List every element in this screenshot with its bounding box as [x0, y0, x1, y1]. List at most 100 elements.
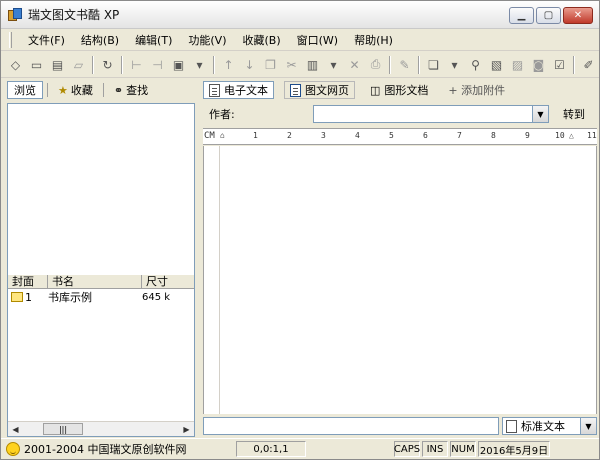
copy-icon[interactable]: ❐	[262, 56, 279, 74]
tab-browse[interactable]: 浏览	[7, 81, 43, 99]
checklist-icon[interactable]: ☑	[551, 56, 568, 74]
book-list-row[interactable]: 1 书库示例 645 k	[8, 290, 194, 304]
add-attachment-label: + 添加附件	[448, 84, 506, 97]
ruler-tick: 1	[253, 131, 258, 140]
ruler-indent-marker[interactable]: ⌂	[220, 131, 225, 140]
delete-icon[interactable]: ✕	[346, 56, 363, 74]
scroll-right-icon[interactable]: ▶	[179, 422, 194, 436]
menu-edit[interactable]: 编辑(T)	[127, 32, 180, 48]
camera-icon[interactable]: ◙	[530, 56, 547, 74]
ruler-tick: 11	[587, 131, 597, 140]
text-editor[interactable]	[203, 146, 597, 414]
author-row: 作者: ▼ 转到	[203, 103, 599, 125]
status-bar: 2001-2004 中国瑞文原创软件网 0,0:1,1 CAPS INS NUM…	[1, 438, 599, 459]
web-page-icon	[290, 83, 301, 97]
toolbar-separator	[213, 55, 215, 74]
graphic-doc-icon: ◫	[370, 83, 381, 97]
caps-indicator: CAPS	[394, 441, 420, 457]
move-down-icon[interactable]: ↓	[241, 56, 258, 74]
menu-help[interactable]: 帮助(H)	[346, 32, 401, 48]
tree-remove-icon[interactable]: ⊣	[149, 56, 166, 74]
column-header-cover[interactable]: 封面	[8, 275, 48, 288]
save-icon[interactable]: ▣	[170, 56, 187, 74]
editor-gutter	[204, 146, 220, 414]
tab-graphic-doc[interactable]: ◫ 图形文档	[365, 81, 433, 99]
text-style-dropdown-icon[interactable]: ▼	[580, 418, 596, 434]
tab-graphic-doc-label: 图形文档	[384, 84, 429, 97]
menu-function[interactable]: 功能(V)	[180, 32, 234, 48]
menu-structure[interactable]: 结构(B)	[73, 32, 127, 48]
book-list-header: 封面 书名 尺寸	[8, 274, 194, 289]
tab-separator	[47, 83, 48, 97]
ruler-tick: 7	[457, 131, 462, 140]
ruler-tick: 10	[555, 131, 565, 140]
brush-icon[interactable]: ✐	[580, 56, 597, 74]
menu-bar: 文件(F) 结构(B) 编辑(T) 功能(V) 收藏(B) 窗口(W) 帮助(H…	[1, 29, 599, 51]
save-dropdown-icon[interactable]: ▾	[191, 56, 208, 74]
toolbar-separator	[121, 55, 123, 74]
page-icon[interactable]: ❏	[425, 56, 442, 74]
column-header-size[interactable]: 尺寸	[142, 275, 194, 288]
tab-web-page-label: 图文网页	[305, 84, 349, 97]
pen-icon[interactable]: ✎	[396, 56, 413, 74]
close-icon: ✕	[573, 10, 583, 21]
app-window: 瑞文图文书酷 XP ▁ ▢ ✕ 文件(F) 结构(B) 编辑(T) 功能(V) …	[0, 0, 600, 460]
menu-window[interactable]: 窗口(W)	[289, 32, 346, 48]
ruler-tick: 6	[423, 131, 428, 140]
tab-search[interactable]: ⚭ 查找	[108, 81, 154, 99]
toolbar-separator	[418, 55, 420, 74]
tab-e-text[interactable]: 电子文本	[203, 81, 274, 99]
refresh-icon[interactable]: ↻	[99, 56, 116, 74]
tab-favorites[interactable]: ★ 收藏	[52, 81, 99, 99]
book-size: 645 k	[142, 291, 171, 303]
command-input[interactable]	[203, 417, 499, 435]
ruler[interactable]: CM ⌂ 1 2 3 4 5 6 7 8 9 10 △ 11	[203, 128, 597, 145]
maximize-icon: ▢	[543, 10, 554, 21]
find-icon[interactable]: ⚲	[467, 56, 484, 74]
ruler-margin-marker[interactable]: △	[569, 131, 574, 140]
scroll-thumb[interactable]: |||	[43, 423, 83, 435]
minimize-button[interactable]: ▁	[509, 7, 534, 24]
close-button[interactable]: ✕	[563, 7, 593, 24]
page-dropdown-icon[interactable]: ▾	[446, 56, 463, 74]
app-book-icon	[7, 7, 23, 23]
cut-icon[interactable]: ✂	[283, 56, 300, 74]
tab-e-text-label: 电子文本	[224, 84, 268, 97]
document-search-icon[interactable]: ▨	[509, 56, 526, 74]
smiley-icon	[6, 442, 20, 456]
author-dropdown-icon[interactable]: ▼	[532, 106, 548, 122]
scroll-left-icon[interactable]: ◀	[8, 422, 23, 436]
clear-icon[interactable]: ▱	[70, 56, 87, 74]
open-folder-icon[interactable]: ▭	[28, 56, 45, 74]
paste-icon[interactable]: ▥	[304, 56, 321, 74]
title-bar: 瑞文图文书酷 XP ▁ ▢ ✕	[1, 1, 599, 29]
new-book-icon[interactable]: ◇	[7, 56, 24, 74]
menu-grip[interactable]	[9, 31, 12, 48]
ruler-tick: 9	[525, 131, 530, 140]
move-up-icon[interactable]: ↑	[220, 56, 237, 74]
text-style-combo[interactable]: 标准文本 ▼	[502, 417, 597, 435]
horizontal-scrollbar[interactable]: ◀ ||| ▶	[8, 421, 194, 436]
num-indicator: NUM	[450, 441, 476, 457]
maximize-button[interactable]: ▢	[536, 7, 561, 24]
cursor-position: 0,0:1,1	[236, 441, 306, 457]
date-display: 2016年5月9日	[478, 441, 550, 457]
column-header-name[interactable]: 书名	[48, 275, 142, 288]
image-edit-icon[interactable]: ▧	[488, 56, 505, 74]
ruler-tick: 5	[389, 131, 394, 140]
toolbar-separator	[573, 55, 575, 74]
toolbar-separator	[92, 55, 94, 74]
author-combo[interactable]: ▼	[313, 105, 549, 123]
menu-favorites[interactable]: 收藏(B)	[234, 32, 288, 48]
goto-button[interactable]: 转到	[563, 106, 585, 122]
tab-browse-label: 浏览	[14, 84, 36, 97]
paste-dropdown-icon[interactable]: ▾	[325, 56, 342, 74]
add-attachment-button[interactable]: + 添加附件	[443, 81, 510, 99]
text-style-value: 标准文本	[521, 420, 565, 433]
menu-file[interactable]: 文件(F)	[20, 32, 73, 48]
tree-add-icon[interactable]: ⊢	[128, 56, 145, 74]
print-icon[interactable]: ⎙	[367, 56, 384, 74]
library-icon[interactable]: ▤	[49, 56, 66, 74]
text-style-icon	[506, 420, 517, 433]
tab-web-page[interactable]: 图文网页	[284, 81, 355, 99]
